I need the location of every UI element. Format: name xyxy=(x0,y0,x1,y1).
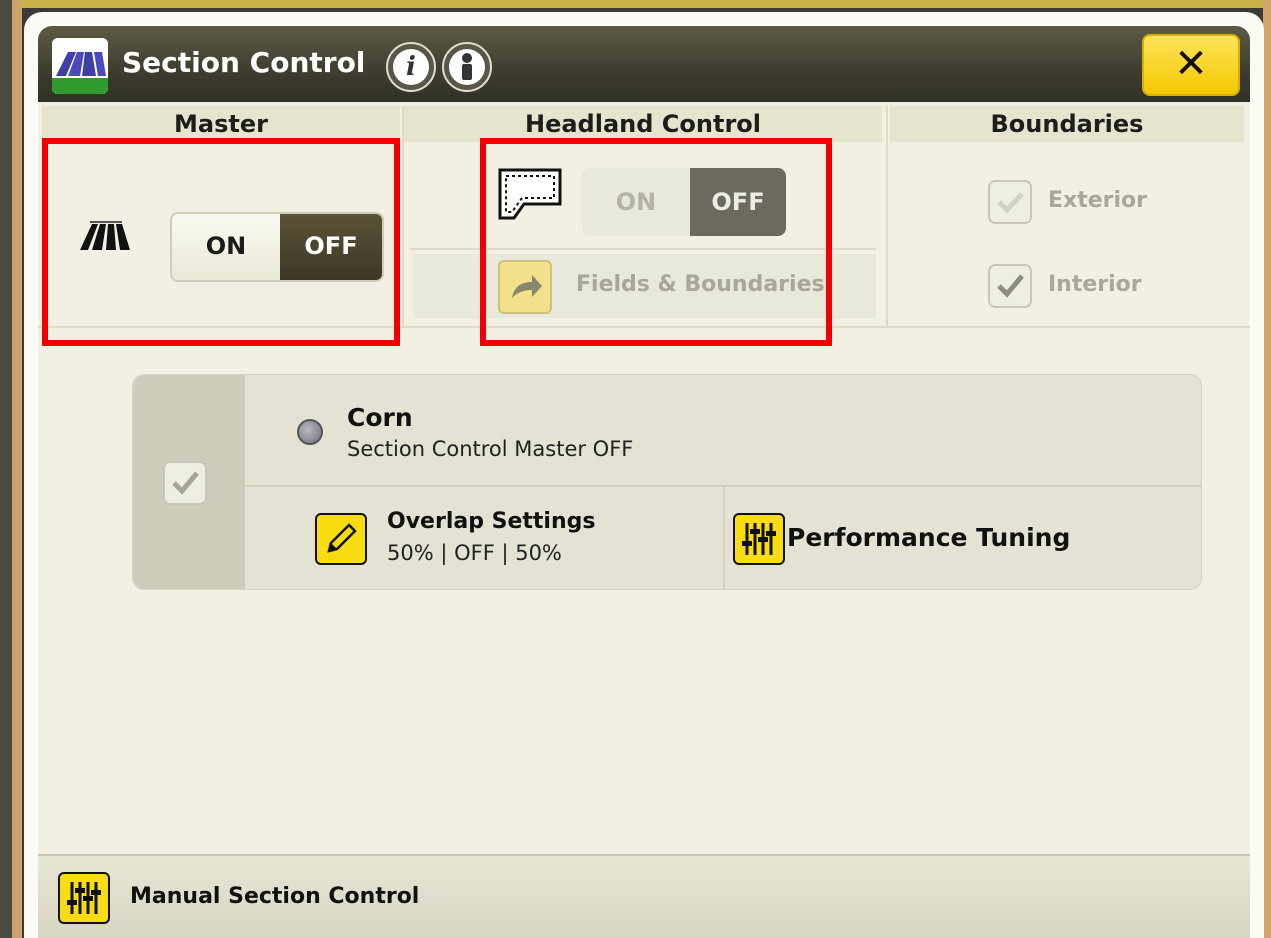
exterior-option[interactable]: Exterior xyxy=(988,178,1188,226)
operator-info-button[interactable] xyxy=(442,42,492,92)
close-icon: ✕ xyxy=(1174,41,1208,87)
crop-checkbox[interactable] xyxy=(163,461,207,505)
manual-section-control-button[interactable]: Manual Section Control xyxy=(46,862,446,930)
column-divider xyxy=(402,106,404,326)
section-control-app-icon xyxy=(52,38,108,94)
exterior-checkbox[interactable] xyxy=(988,180,1032,224)
close-button[interactable]: ✕ xyxy=(1142,34,1240,96)
exterior-label: Exterior xyxy=(1048,188,1148,213)
interior-label: Interior xyxy=(1048,272,1142,297)
section-control-window: Section Control i ✕ Master Headland Cont… xyxy=(24,12,1264,938)
performance-tuning-button[interactable]: Performance Tuning xyxy=(725,487,1201,589)
crop-status: Section Control Master OFF xyxy=(347,437,634,461)
pencil-icon xyxy=(315,513,367,565)
master-highlight-box xyxy=(42,138,400,346)
frame-left-border xyxy=(12,0,22,938)
headland-header: Headland Control xyxy=(404,106,882,142)
interior-option[interactable]: Interior xyxy=(988,262,1188,310)
frame-right-border xyxy=(1263,0,1271,938)
crop-name: Corn xyxy=(347,403,413,432)
headland-highlight-box xyxy=(480,138,832,346)
bottom-bar: Manual Section Control xyxy=(38,854,1250,938)
overlap-settings-button[interactable]: Overlap Settings 50% | OFF | 50% xyxy=(245,487,723,589)
manual-sliders-icon xyxy=(58,872,110,924)
info-button[interactable]: i xyxy=(386,42,436,92)
operator-info-icon xyxy=(449,49,485,85)
frame-left-edge xyxy=(0,0,12,938)
overlap-settings-value: 50% | OFF | 50% xyxy=(387,541,562,565)
status-indicator-icon xyxy=(297,419,323,445)
frame-top-edge xyxy=(0,0,1271,8)
interior-checkbox[interactable] xyxy=(988,264,1032,308)
window-title: Section Control xyxy=(122,46,366,79)
crop-card: Corn Section Control Master OFF Overlap … xyxy=(132,374,1202,590)
performance-tuning-label: Performance Tuning xyxy=(787,523,1071,552)
master-header: Master xyxy=(42,106,400,142)
crop-enable-area[interactable] xyxy=(133,375,245,589)
sliders-icon xyxy=(733,513,785,565)
info-icon: i xyxy=(393,49,429,85)
column-divider xyxy=(886,106,888,326)
manual-section-control-label: Manual Section Control xyxy=(130,884,420,909)
main-content: Master Headland Control Boundaries ON OF… xyxy=(38,102,1250,938)
boundaries-header: Boundaries xyxy=(890,106,1244,142)
overlap-settings-label: Overlap Settings xyxy=(387,509,596,534)
